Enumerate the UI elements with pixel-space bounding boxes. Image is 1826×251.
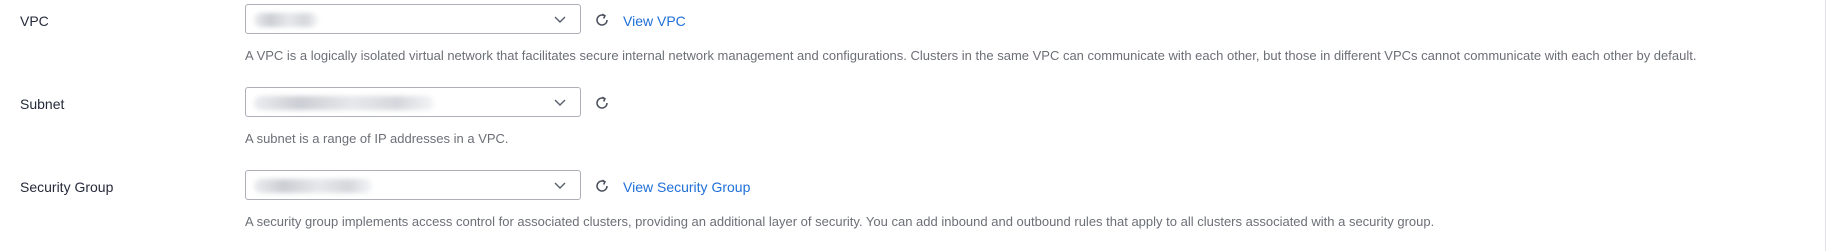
refresh-icon[interactable] [594, 12, 610, 28]
vpc-label: VPC [20, 13, 49, 29]
security-group-selected-value-redacted [254, 179, 372, 193]
refresh-icon[interactable] [594, 95, 610, 111]
view-vpc-link[interactable]: View VPC [623, 13, 686, 29]
vpc-hint: A VPC is a logically isolated virtual ne… [245, 48, 1697, 63]
chevron-down-icon [554, 182, 566, 189]
chevron-down-icon [554, 99, 566, 106]
subnet-hint: A subnet is a range of IP addresses in a… [245, 131, 509, 146]
refresh-icon[interactable] [594, 178, 610, 194]
vpc-select[interactable] [245, 4, 581, 34]
subnet-select[interactable] [245, 87, 581, 117]
subnet-selected-value-redacted [254, 96, 434, 110]
security-group-label: Security Group [20, 179, 114, 195]
security-group-hint: A security group implements access contr… [245, 214, 1435, 229]
vpc-selected-value-redacted [254, 13, 318, 27]
security-group-select[interactable] [245, 170, 581, 200]
subnet-label: Subnet [20, 96, 65, 112]
view-security-group-link[interactable]: View Security Group [623, 179, 750, 195]
chevron-down-icon [554, 16, 566, 23]
